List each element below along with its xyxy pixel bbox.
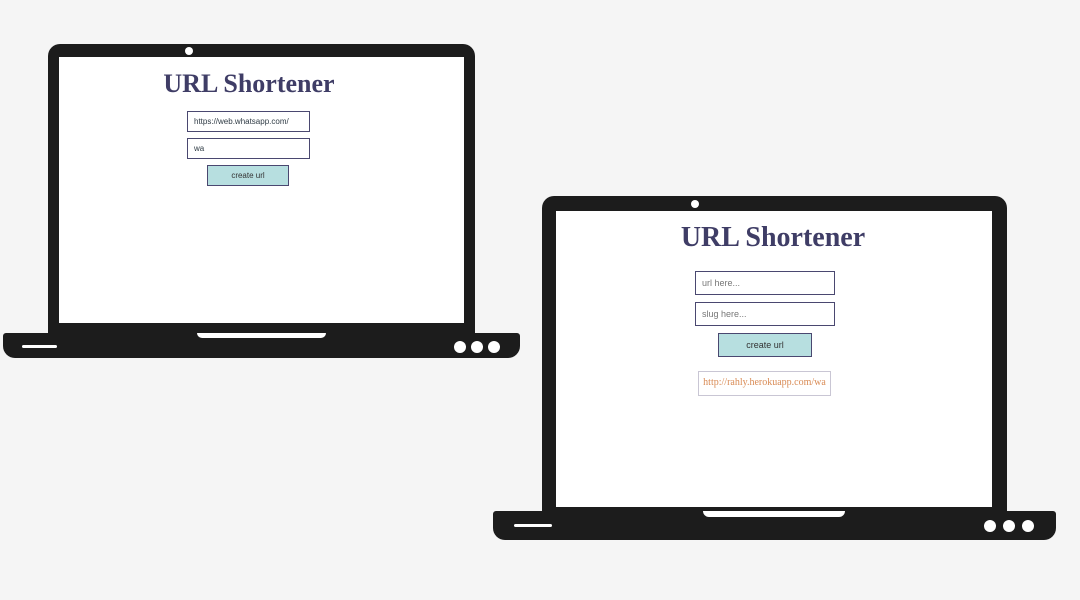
- short-url-result[interactable]: http://rahly.herokuapp.com/wa: [698, 371, 831, 396]
- laptop-hinge: [197, 333, 326, 338]
- indicator-light-icon: [454, 341, 466, 353]
- scene: URL Shortener create url URL Shortener c…: [0, 0, 1080, 600]
- laptop-screen: URL Shortener create url http://rahly.he…: [556, 211, 992, 507]
- app-title: URL Shortener: [680, 222, 866, 253]
- indicator-light-icon: [984, 520, 996, 532]
- create-url-button[interactable]: create url: [207, 165, 289, 186]
- url-input[interactable]: [187, 111, 310, 132]
- indicator-light-icon: [1003, 520, 1015, 532]
- url-shortener-app: URL Shortener create url http://rahly.he…: [556, 211, 992, 507]
- laptop-hinge: [703, 511, 845, 517]
- indicator-light-icon: [488, 341, 500, 353]
- indicator-light-icon: [1022, 520, 1034, 532]
- laptop-port-slot: [514, 524, 552, 527]
- slug-input[interactable]: [695, 302, 835, 326]
- url-input[interactable]: [695, 271, 835, 295]
- indicator-light-icon: [471, 341, 483, 353]
- webcam-icon: [691, 200, 699, 208]
- url-shortener-app: URL Shortener create url: [59, 57, 464, 323]
- create-url-button[interactable]: create url: [718, 333, 812, 357]
- slug-input[interactable]: [187, 138, 310, 159]
- laptop-screen: URL Shortener create url: [59, 57, 464, 323]
- app-title: URL Shortener: [163, 69, 335, 98]
- laptop-port-slot: [22, 345, 57, 348]
- webcam-icon: [185, 47, 193, 55]
